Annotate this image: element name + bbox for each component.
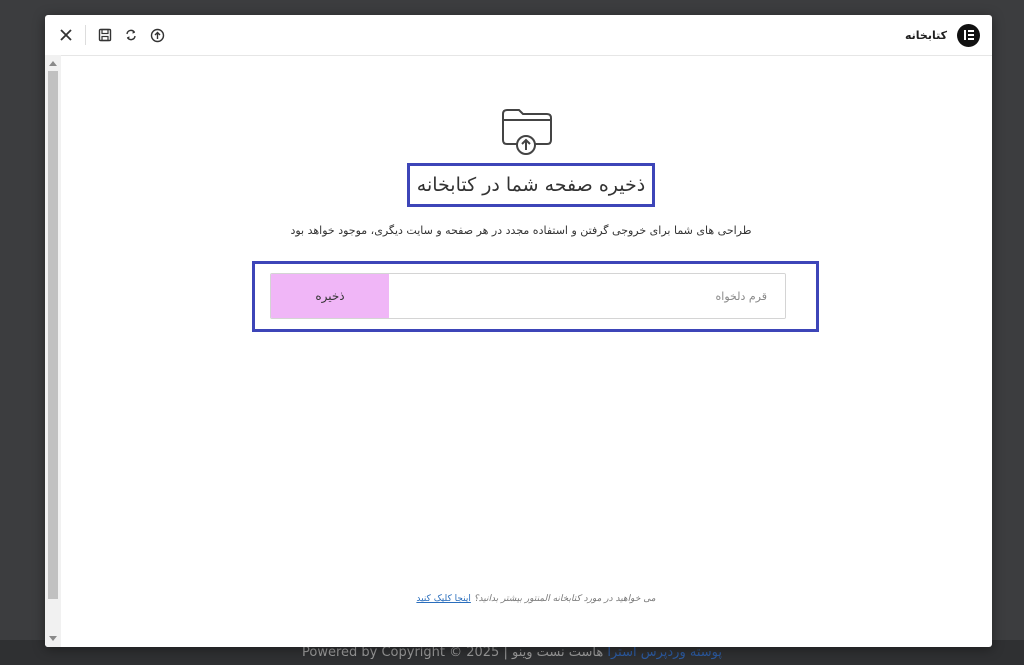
save-button[interactable]: ذخیره bbox=[271, 274, 389, 318]
background-footer-text: هاست نست وینو | Powered by Copyright © 2… bbox=[301, 645, 604, 660]
save-template-button[interactable] bbox=[92, 22, 118, 48]
background-footer-brand: پوسته وردپرس استرا bbox=[607, 645, 722, 660]
header-actions bbox=[53, 15, 170, 55]
save-template-form: ذخیره bbox=[270, 273, 786, 319]
scroll-up-arrow-icon[interactable] bbox=[49, 61, 57, 66]
sync-icon bbox=[126, 29, 136, 41]
save-template-panel: ذخیره صفحه شما در کتابخانه طراحی های شما… bbox=[61, 56, 992, 647]
form-highlight: ذخیره bbox=[252, 261, 819, 332]
panel-subtitle: طراحی های شما برای خروجی گرفتن و استفاده… bbox=[290, 224, 752, 237]
scrollbar[interactable] bbox=[45, 55, 61, 647]
header-divider bbox=[85, 25, 86, 45]
upload-icon bbox=[150, 28, 164, 42]
header-brand: کتابخانه bbox=[905, 15, 980, 55]
panel-title: ذخیره صفحه شما در کتابخانه bbox=[416, 174, 646, 196]
scroll-down-arrow-icon[interactable] bbox=[49, 636, 57, 641]
modal-header: کتابخانه bbox=[45, 15, 992, 56]
library-title: کتابخانه bbox=[904, 28, 947, 42]
learn-more-link[interactable]: اینجا کلیک کنید bbox=[416, 594, 470, 604]
sync-button[interactable] bbox=[118, 22, 144, 48]
learn-more-note: می خواهید در مورد کتابخانه المنتور بیشتر… bbox=[301, 594, 771, 604]
close-icon bbox=[60, 29, 72, 41]
floppy-disk-icon bbox=[98, 28, 112, 42]
folder-upload-icon bbox=[502, 109, 552, 155]
template-name-input[interactable] bbox=[389, 274, 785, 318]
learn-more-text: می خواهید در مورد کتابخانه المنتور بیشتر… bbox=[473, 594, 656, 604]
upload-button[interactable] bbox=[144, 22, 170, 48]
close-button[interactable] bbox=[53, 22, 79, 48]
scrollbar-thumb[interactable] bbox=[48, 71, 58, 599]
library-modal: کتابخانه ذخیره صفحه شما در کتابخانه طراح… bbox=[45, 15, 992, 647]
title-highlight: ذخیره صفحه شما در کتابخانه bbox=[407, 163, 655, 207]
elementor-logo-icon bbox=[957, 23, 980, 47]
